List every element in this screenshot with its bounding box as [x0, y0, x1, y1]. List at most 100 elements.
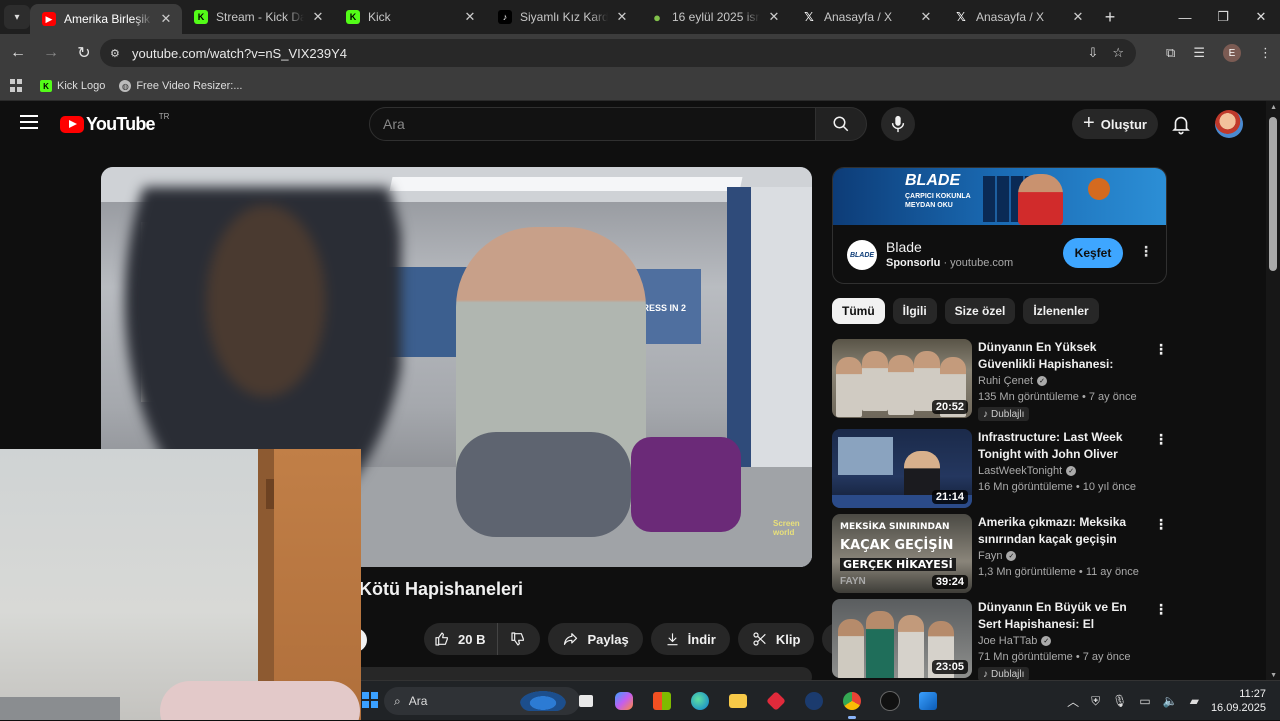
close-tab-icon[interactable]: ✕ [462, 9, 478, 25]
microsoft-store-icon[interactable] [648, 687, 676, 715]
steam-icon[interactable] [800, 687, 828, 715]
recommended-video[interactable]: 21:14 Infrastructure: Last Week Tonight … [832, 429, 1172, 509]
security-icon[interactable]: ⛨ [1091, 694, 1100, 709]
video-menu-icon[interactable]: ⋮ [1154, 431, 1168, 448]
close-tab-icon[interactable]: ✕ [1070, 9, 1086, 25]
file-explorer-icon[interactable] [724, 687, 752, 715]
extensions-icon[interactable]: ⧉ [1166, 45, 1175, 61]
channel-name[interactable]: Ruhi Çenet [978, 375, 1033, 387]
tab-x-home-2[interactable]: 𝕏 Anasayfa / X ✕ [942, 0, 1094, 34]
tab-eksi[interactable]: ● 16 eylül 2025 israil'in ✕ [638, 0, 790, 34]
create-button[interactable]: + Oluştur [1072, 109, 1158, 139]
clip-button[interactable]: Klip [737, 623, 815, 655]
ad-more-icon[interactable]: ⋮ [1139, 243, 1153, 260]
new-tab-button[interactable]: + [1096, 7, 1124, 28]
notifications-bell-icon[interactable] [1170, 113, 1192, 135]
share-button[interactable]: Paylaş [548, 623, 643, 655]
taskbar-search[interactable]: ⌕ Ara [384, 687, 580, 715]
chip-related[interactable]: İlgili [892, 298, 937, 324]
chip-all[interactable]: Tümü [832, 298, 885, 324]
sponsored-ad-card[interactable]: BLADE ÇARPICI KOKUNLA MEYDAN OKU BLADE B… [832, 167, 1167, 284]
chrome-icon[interactable] [838, 687, 866, 719]
restore-icon[interactable]: ❐ [1204, 0, 1242, 34]
forward-arrow-icon[interactable]: → [36, 38, 66, 68]
microphone-icon[interactable]: 🎙 [1112, 694, 1127, 708]
taskbar-clock[interactable]: 11:27 16.09.2025 [1211, 687, 1266, 715]
video-menu-icon[interactable]: ⋮ [1154, 341, 1168, 358]
page-scrollbar[interactable]: ▲ ▼ [1266, 101, 1280, 680]
channel-name[interactable]: Fayn [978, 550, 1002, 562]
edge-icon[interactable] [686, 687, 714, 715]
site-info-icon[interactable]: ⚙ [110, 47, 126, 60]
recommended-video[interactable]: MEKSİKA SINIRINDAN KAÇAK GEÇİŞİN GERÇEK … [832, 514, 1172, 594]
url-text[interactable]: youtube.com/watch?v=nS_VIX239Y4 [132, 46, 347, 61]
reload-icon[interactable]: ↻ [69, 38, 99, 68]
profile-avatar[interactable]: E [1223, 44, 1241, 62]
tab-kick[interactable]: K Kick ✕ [334, 0, 486, 34]
download-button[interactable]: İndir [650, 623, 730, 655]
copilot-icon[interactable] [610, 687, 638, 715]
scrollbar-thumb[interactable] [1269, 117, 1277, 271]
task-view-icon[interactable] [572, 687, 600, 715]
close-window-icon[interactable]: ✕ [1242, 0, 1280, 34]
tab-x-home[interactable]: 𝕏 Anasayfa / X ✕ [790, 0, 942, 34]
close-tab-icon[interactable]: ✕ [158, 11, 174, 27]
search-input[interactable] [383, 116, 815, 132]
ad-banner-image[interactable]: BLADE ÇARPICI KOKUNLA MEYDAN OKU [833, 168, 1166, 225]
chip-for-you[interactable]: Size özel [944, 298, 1016, 324]
close-tab-icon[interactable]: ✕ [614, 9, 630, 25]
bookmark-free-video-resizer[interactable]: ◍ Free Video Resizer:... [119, 80, 243, 92]
tab-tiktok[interactable]: ♪ Siyamlı Kız Kardeşler ✕ [486, 0, 638, 34]
app-notification-icon[interactable] [762, 687, 790, 715]
tab-youtube[interactable]: ▶ Amerika Birleşik Devl ✕ [30, 4, 182, 34]
pinned-app-icon[interactable] [914, 687, 942, 715]
video-thumbnail[interactable]: 20:52 [832, 339, 972, 418]
close-tab-icon[interactable]: ✕ [310, 9, 326, 25]
video-thumbnail[interactable]: MEKSİKA SINIRINDAN KAÇAK GEÇİŞİN GERÇEK … [832, 514, 972, 593]
guide-menu-icon[interactable] [20, 115, 38, 129]
recommended-video[interactable]: 20:52 Dünyanın En Yüksek Güvenlikli Hapi… [832, 339, 1172, 421]
tray-overflow-chevron-icon[interactable]: ︿ [1067, 693, 1079, 710]
close-tab-icon[interactable]: ✕ [918, 9, 934, 25]
search-button[interactable] [815, 107, 867, 141]
like-button[interactable]: 20 B [424, 623, 499, 655]
youtube-logo[interactable]: YouTube TR [60, 112, 169, 135]
tab-kick-dashboard[interactable]: K Stream - Kick Dashbo ✕ [182, 0, 334, 34]
video-thumbnail[interactable]: 21:14 [832, 429, 972, 508]
video-title[interactable]: Dünyanın En Büyük ve En Sert Hapishanesi… [978, 599, 1150, 633]
install-app-icon[interactable]: ⇩ [1087, 45, 1098, 61]
address-bar[interactable]: ⚙ youtube.com/watch?v=nS_VIX239Y4 ⇩ ☆ [100, 39, 1136, 67]
bookmark-star-icon[interactable]: ☆ [1112, 45, 1124, 61]
back-arrow-icon[interactable]: ← [3, 38, 33, 68]
ad-cta-button[interactable]: Keşfet [1063, 238, 1123, 268]
tab-search-button[interactable]: ▾ [4, 5, 30, 29]
obs-icon[interactable] [876, 687, 904, 715]
search-box[interactable] [369, 107, 816, 141]
video-title[interactable]: Amerika çıkmazı: Meksika sınırından kaça… [978, 514, 1150, 548]
chip-watched[interactable]: İzlenenler [1023, 298, 1099, 324]
channel-name[interactable]: LastWeekTonight [978, 465, 1062, 477]
ad-brand-logo[interactable]: BLADE [847, 240, 877, 270]
video-menu-icon[interactable]: ⋮ [1154, 601, 1168, 618]
network-icon[interactable]: ▭ [1139, 694, 1150, 708]
scroll-down-arrow-icon[interactable]: ▼ [1270, 672, 1277, 679]
ad-brand-name[interactable]: Blade [886, 239, 922, 255]
voice-search-button[interactable] [881, 107, 915, 141]
dislike-button[interactable] [498, 623, 540, 655]
media-controls-icon[interactable]: ☰ [1193, 45, 1205, 61]
account-avatar[interactable] [1215, 110, 1243, 138]
bookmark-kick-logo[interactable]: K Kick Logo [40, 80, 105, 92]
start-windows-icon[interactable] [362, 692, 378, 708]
video-menu-icon[interactable]: ⋮ [1154, 516, 1168, 533]
video-title[interactable]: Dünyanın En Yüksek Güvenlikli Hapishanes… [978, 339, 1150, 373]
battery-icon[interactable]: ▰ [1190, 694, 1199, 708]
recommended-video[interactable]: 23:05 Dünyanın En Büyük ve En Sert Hapis… [832, 599, 1172, 680]
apps-grid-icon[interactable] [10, 79, 24, 93]
browser-menu-icon[interactable]: ⋮ [1259, 45, 1272, 61]
minimize-icon[interactable]: — [1166, 0, 1204, 34]
channel-name[interactable]: Joe HaTTab [978, 635, 1037, 647]
close-tab-icon[interactable]: ✕ [766, 9, 782, 25]
scroll-up-arrow-icon[interactable]: ▲ [1270, 104, 1277, 111]
video-title[interactable]: Infrastructure: Last Week Tonight with J… [978, 429, 1150, 463]
volume-icon[interactable]: 🔈 [1163, 694, 1178, 708]
